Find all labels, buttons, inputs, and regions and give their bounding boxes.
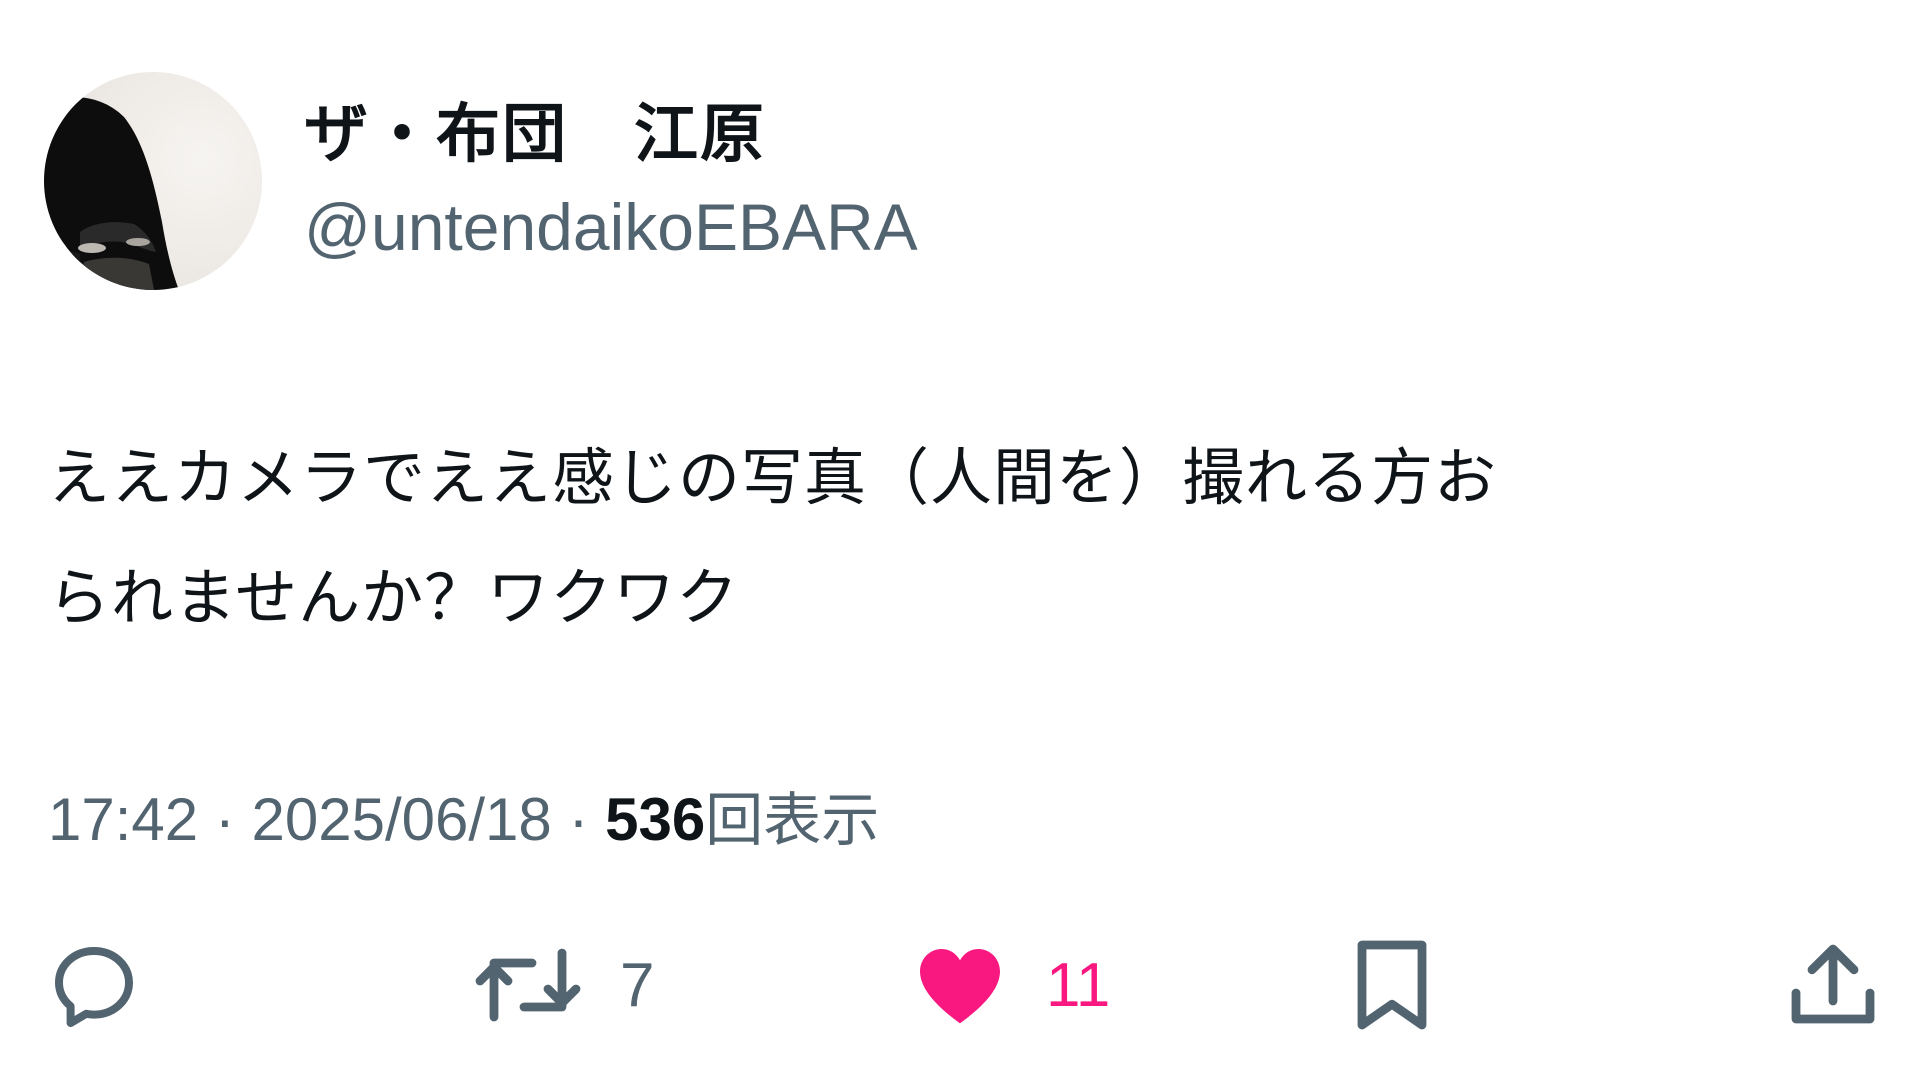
tweet-meta: 17:42 · 2025/06/18 · 536回表示 — [48, 775, 879, 865]
user-handle[interactable]: @untendaikoEBARA — [304, 184, 918, 270]
avatar-photo — [44, 97, 179, 290]
views-count: 536 — [605, 786, 706, 853]
retweet-button[interactable]: 7 — [474, 935, 654, 1035]
share-button[interactable] — [1788, 935, 1878, 1035]
like-button[interactable]: 11 — [912, 935, 1110, 1035]
bookmark-button[interactable] — [1350, 935, 1434, 1035]
tweet-text-line: られませんか？ワクワク — [48, 561, 740, 634]
tweet-date[interactable]: 2025/06/18 — [251, 786, 551, 853]
reply-icon — [55, 947, 133, 1027]
tweet-text-line: ええカメラでええ感じの写真（人間を）撮れる方お — [48, 441, 1498, 514]
reply-button[interactable] — [46, 935, 142, 1035]
avatar[interactable] — [44, 72, 262, 290]
heart-icon — [920, 949, 1000, 1024]
tweet-text: ええカメラでええ感じの写真（人間を）撮れる方お られませんか？ワクワク — [48, 418, 1878, 658]
meta-separator: · — [198, 786, 252, 853]
like-count: 11 — [1046, 950, 1111, 1020]
tweet-time[interactable]: 17:42 — [48, 786, 198, 853]
retweet-count: 7 — [620, 950, 655, 1020]
bookmark-icon — [1357, 940, 1427, 1030]
display-name[interactable]: ザ・布団 江原 — [304, 92, 766, 178]
retweet-icon — [475, 948, 581, 1022]
share-icon — [1791, 944, 1875, 1024]
meta-separator: · — [551, 786, 606, 853]
tweet-card: ザ・布団 江原 @untendaikoEBARA ええカメラでええ感じの写真（人… — [0, 0, 1920, 1080]
views-label: 回表示 — [705, 786, 880, 854]
action-bar: 7 11 — [0, 935, 1920, 1035]
